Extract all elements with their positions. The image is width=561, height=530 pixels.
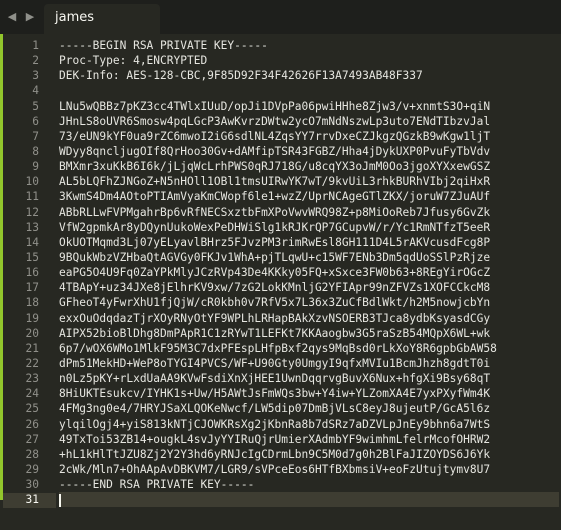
tab-scroll-left-icon[interactable]: ◀ xyxy=(2,0,22,34)
code-line[interactable]: n0Lz5pKY+rLxdUaAA9KVwFsdiXnXjHEE1UwnDqqr… xyxy=(59,371,559,386)
line-number: 10 xyxy=(25,175,39,189)
line-number: 14 xyxy=(25,235,39,249)
line-number: 31 xyxy=(25,493,39,507)
code-line[interactable]: dPm51MekHD+WeP8oTYGI4PVCS/WF+U90Gty0Umgy… xyxy=(59,356,559,371)
code-line[interactable]: 4FMg3ng0e4/7HRYJSaXLQOKeNwcf/LW5dip07DmB… xyxy=(59,401,559,416)
tab-scroll-right-icon[interactable]: ▶ xyxy=(20,0,40,34)
line-number: 23 xyxy=(25,372,39,386)
code-line[interactable]: eaPG5O4U9Fq0ZaYPkMlyJCzRVp43De4KKky05FQ+… xyxy=(59,265,559,280)
code-line[interactable]: AL5bLQFhZJNGoZ+N5nHOll1OBl1tmsUIRwYK7wT/… xyxy=(59,174,559,189)
line-number: 28 xyxy=(25,447,39,461)
editor-window: ◀ ▶ james 1 2 3 4 5 6 7 8 9 10 11 12 13 14 15 16 17 18 19 2… xyxy=(0,0,561,530)
code-line[interactable]: ABbRLLwFVPMgahrBp6vRfNECSxztbFmXPoVwvWRQ… xyxy=(59,205,559,220)
line-number: 21 xyxy=(25,341,39,355)
line-number: 6 xyxy=(32,114,39,128)
code-line[interactable]: AIPX52bioBlDhg8DmPApR1C1zRYwT1LEFKt7KKAa… xyxy=(59,326,559,341)
code-line[interactable]: DEK-Info: AES-128-CBC,9F85D92F34F42626F1… xyxy=(59,68,559,83)
line-number-gutter: 1 2 3 4 5 6 7 8 9 10 11 12 13 14 15 16 17 18 19 20 21 22 23 24 2… xyxy=(3,38,39,507)
line-number: 24 xyxy=(25,387,39,401)
tab-bar: ◀ ▶ james xyxy=(0,0,561,34)
line-number: 16 xyxy=(25,266,39,280)
code-line[interactable]: 6p7/wOX6WMo1MlkF95M3C7dxPFEspLHfpBxf2qys… xyxy=(59,341,559,356)
code-line[interactable] xyxy=(59,492,559,508)
code-line[interactable]: LNu5wQBBz7pKZ3cc4TWlxIUuD/opJi1DVpPa06pw… xyxy=(59,99,559,114)
code-line[interactable]: ylqilOgj4+yiS813kNTjCJOWKRsXg2jKbnRa8b7d… xyxy=(59,417,559,432)
line-number: 15 xyxy=(25,250,39,264)
code-line[interactable]: exxOuOdqdazTjrXOyRNyOtYF9WPLhLRHapBAkXzv… xyxy=(59,311,559,326)
line-number: 5 xyxy=(32,99,39,113)
line-number: 22 xyxy=(25,356,39,370)
code-line[interactable]: 2cWk/Mln7+OhAApAvDBKVM7/LGR9/sVPceEos6HT… xyxy=(59,462,559,477)
code-line[interactable]: BMXmr3xuKkB6I6k/jLjqWcLrhPWS0qRJ718G/u8c… xyxy=(59,159,559,174)
text-cursor xyxy=(59,493,61,507)
code-line[interactable]: JHnLS8oUVR6Smosw4pqLGcP3AwKvrzDWtw2ycO7m… xyxy=(59,114,559,129)
line-number: 7 xyxy=(32,129,39,143)
code-line[interactable]: 8HiUKTEsukcv/IYHK1s+Uw/H5AWtJsFmWQs3bw+Y… xyxy=(59,386,559,401)
line-number: 11 xyxy=(25,190,39,204)
line-number: 20 xyxy=(25,326,39,340)
code-line[interactable]: 9BQukWbzVZHbaQtAGVGy0FKJv1WhA+pjTLqwU+c1… xyxy=(59,250,559,265)
code-line[interactable]: VfW2gpmkAr8yDQynUukoWexPeDHWiSlg1kRJKrQP… xyxy=(59,220,559,235)
line-number: 30 xyxy=(25,478,39,492)
code-line[interactable]: 73/eUN9kYF0ua9rZC6mwoI2iG6sdlNL4ZqsYY7rr… xyxy=(59,129,559,144)
line-number: 9 xyxy=(32,160,39,174)
line-number: 2 xyxy=(32,54,39,68)
code-line[interactable]: GFheoT4yFwrXhU1fjQjW/cR0kbh0v7RfV5x7L36x… xyxy=(59,295,559,310)
line-number: 27 xyxy=(25,432,39,446)
line-number: 8 xyxy=(32,144,39,158)
line-number: 26 xyxy=(25,417,39,431)
line-number: 12 xyxy=(25,205,39,219)
code-line[interactable]: Proc-Type: 4,ENCRYPTED xyxy=(59,53,559,68)
code-line[interactable]: 49TxToi53ZB14+ougkL4svJyYYIRuQjrUmierXAd… xyxy=(59,432,559,447)
line-number: 3 xyxy=(32,69,39,83)
code-content[interactable]: -----BEGIN RSA PRIVATE KEY----- Proc-Type… xyxy=(59,38,559,508)
code-line[interactable]: +hL1kHlTtJZU8Zj2Y2Y3hd6yRNJcIgCDrmLbn9C5… xyxy=(59,447,559,462)
code-line[interactable]: 4TBApY+uz34JXe8jElhrKV9xw/7zG2LokKMnljG2… xyxy=(59,280,559,295)
tab-james[interactable]: james xyxy=(44,4,160,34)
code-line[interactable] xyxy=(59,83,559,98)
line-number: 13 xyxy=(25,220,39,234)
code-line[interactable]: WDyy8qncljugOIf8QrHoo30Gv+dAMfipTSR43FGB… xyxy=(59,144,559,159)
line-number: 1 xyxy=(32,39,39,52)
line-number: 19 xyxy=(25,311,39,325)
tab-label: james xyxy=(55,10,95,25)
line-number: 18 xyxy=(25,296,39,310)
line-number: 25 xyxy=(25,402,39,416)
line-number: 29 xyxy=(25,462,39,476)
code-line[interactable]: 3KwmS4Dm4AOtoPTIAmVyaKmCWopf6le1+wzZ/Upr… xyxy=(59,189,559,204)
code-line[interactable]: -----BEGIN RSA PRIVATE KEY----- xyxy=(59,38,559,53)
code-line[interactable]: -----END RSA PRIVATE KEY----- xyxy=(59,477,559,492)
code-line[interactable]: OkUOTMqmd3Lj07yELyavlBHrz5FJvzPM3rimRwEs… xyxy=(59,235,559,250)
line-number: 4 xyxy=(32,84,39,98)
text-editor-area[interactable]: 1 2 3 4 5 6 7 8 9 10 11 12 13 14 15 16 17 18 19 20 21 22 23 24 2… xyxy=(0,34,561,530)
line-number: 17 xyxy=(25,281,39,295)
